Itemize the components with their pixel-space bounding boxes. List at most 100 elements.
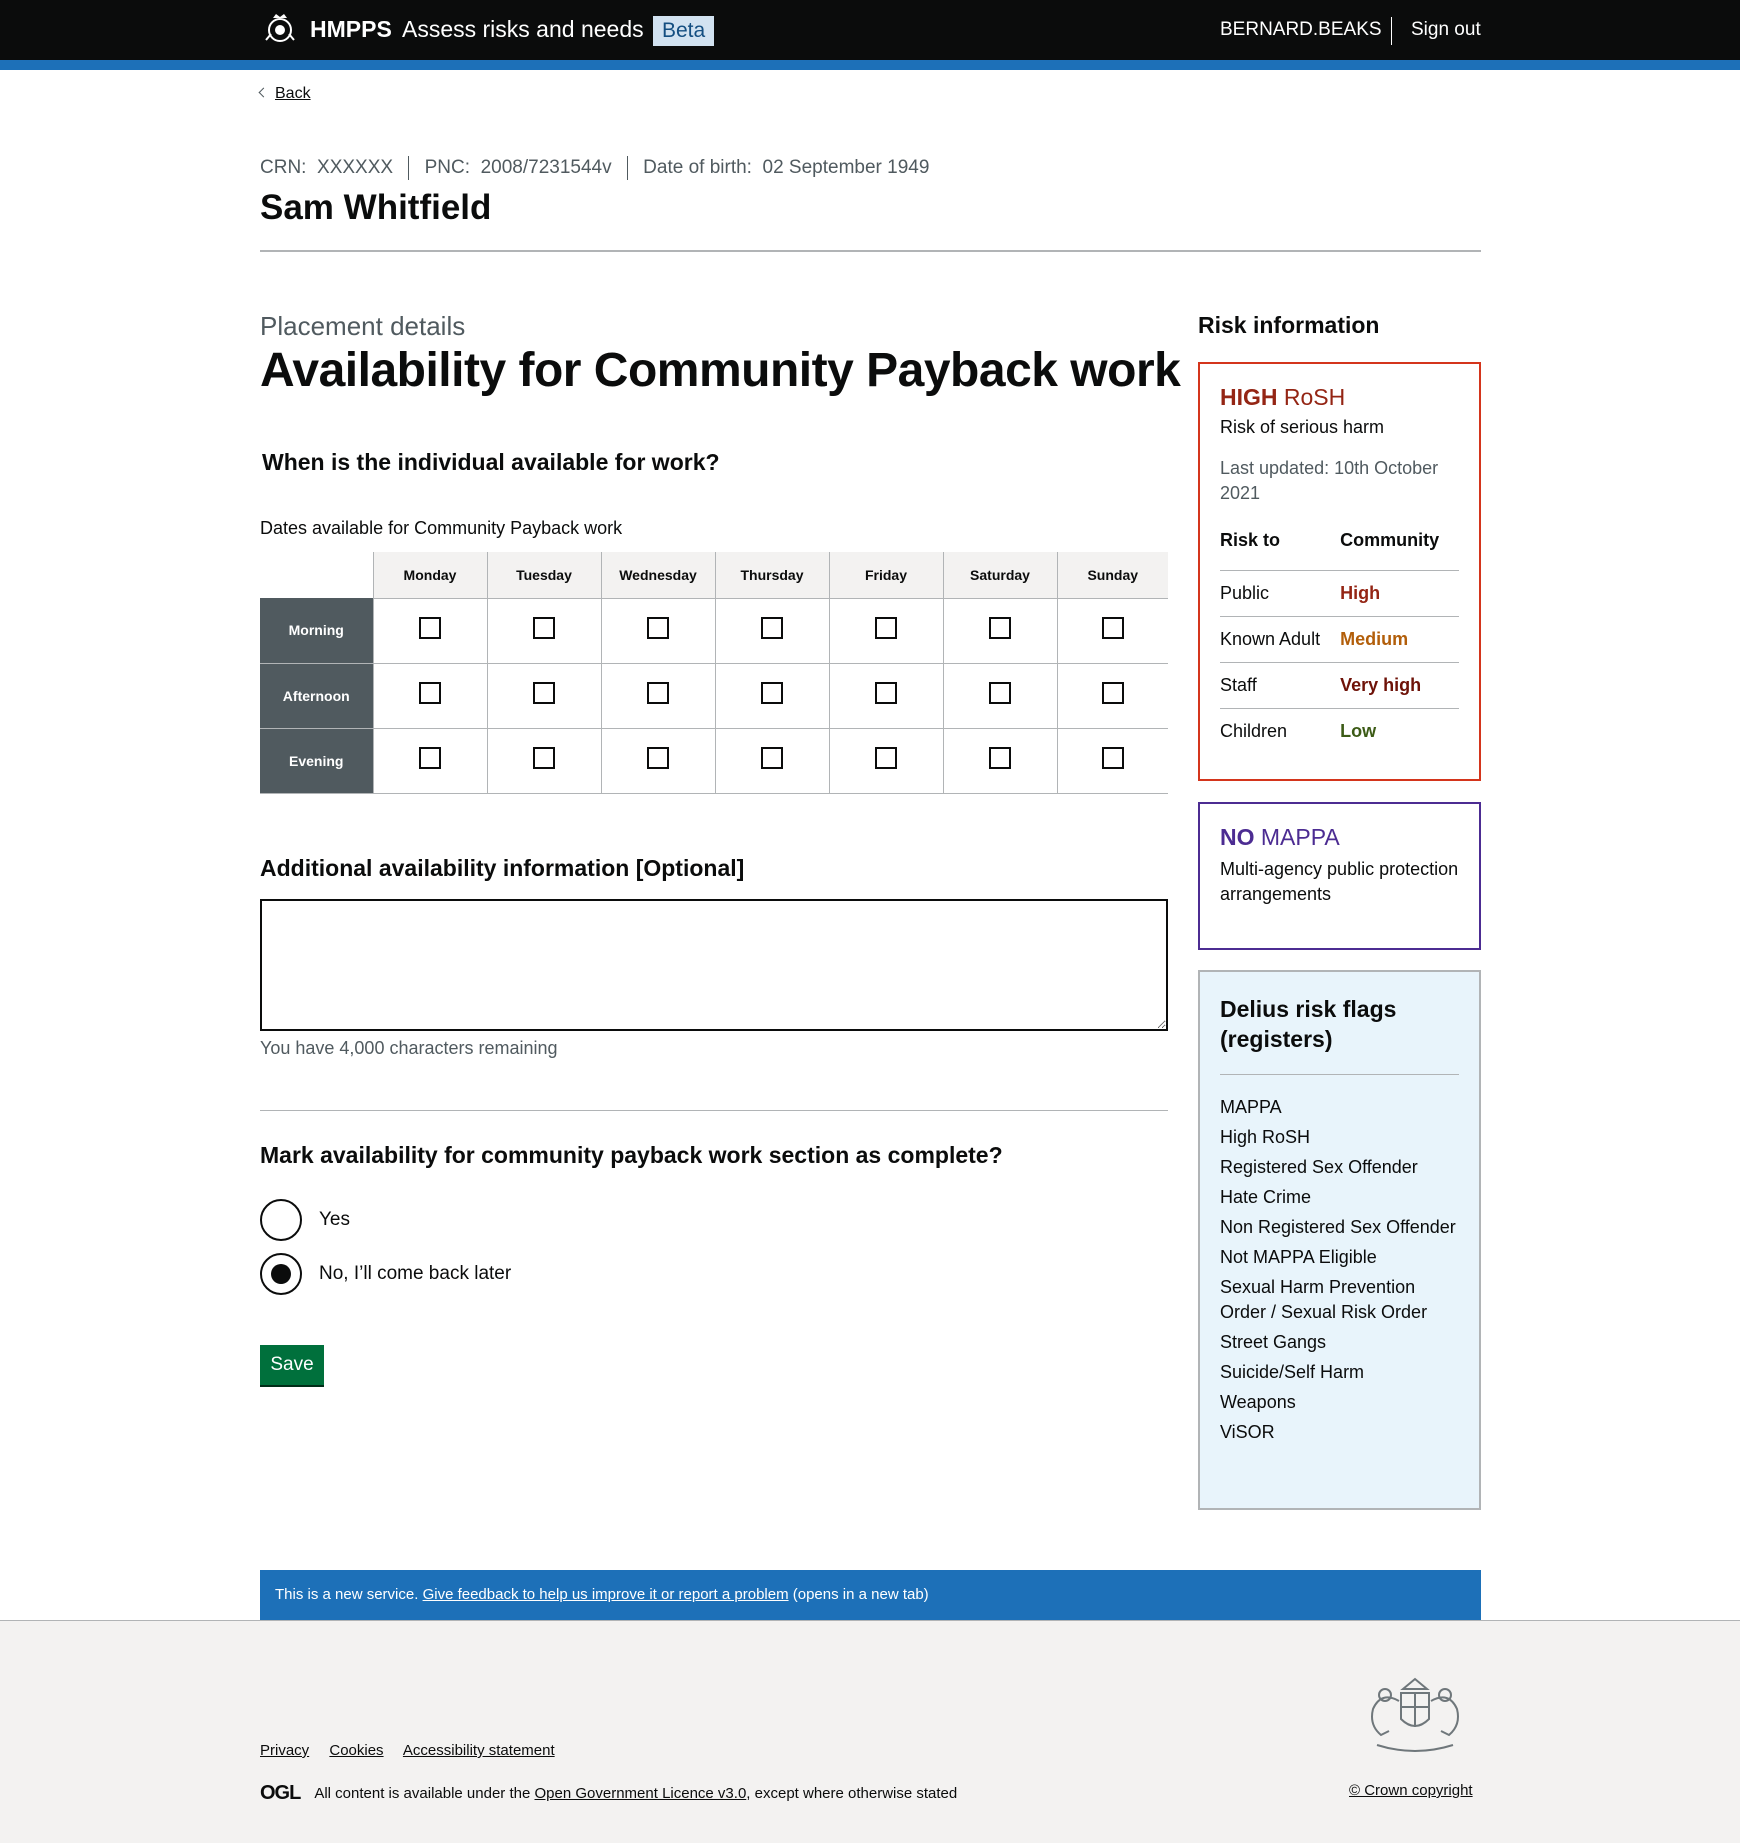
rosh-level: HIGH RoSH — [1220, 384, 1459, 411]
day-header-tuesday: Tuesday — [486, 552, 601, 599]
person-name: Sam Whitfield — [260, 188, 492, 227]
footer-links: Privacy Cookies Accessibility statement — [260, 1742, 571, 1759]
risk-row-label: Known Adult — [1220, 616, 1341, 663]
mappa-level-suffix: MAPPA — [1260, 824, 1340, 850]
availability-question: When is the individual available for wor… — [262, 449, 720, 475]
checkbox-thursday-afternoon[interactable] — [761, 682, 783, 704]
checkbox-saturday-afternoon[interactable] — [989, 682, 1011, 704]
checkbox-tuesday-morning[interactable] — [533, 617, 555, 639]
brand-name[interactable]: HMPPS — [310, 16, 392, 43]
table-cell — [714, 728, 829, 794]
back-link-label: Back — [275, 85, 311, 102]
save-button[interactable]: Save — [260, 1345, 324, 1385]
meta-separator — [626, 156, 628, 180]
feedback-suffix: (opens in a new tab) — [792, 1586, 929, 1603]
additional-info-textarea[interactable] — [260, 899, 1168, 1031]
period-header-morning: Morning — [260, 598, 373, 664]
risk-row-level: Medium — [1340, 616, 1459, 663]
list-item: Sexual Harm Prevention Order / Sexual Ri… — [1220, 1277, 1428, 1322]
licence-info: OGL All content is available under the O… — [260, 1782, 957, 1805]
chevron-left-icon — [258, 87, 269, 98]
rosh-level-suffix: RoSH — [1283, 384, 1346, 410]
table-cell — [828, 728, 943, 794]
table-cell — [942, 728, 1057, 794]
radio-yes[interactable]: Yes — [260, 1199, 350, 1241]
radio-circle-checked[interactable] — [260, 1253, 302, 1295]
rosh-card: HIGH RoSH Risk of serious harm Last upda… — [1198, 362, 1481, 781]
risk-flags-card: Delius risk flags (registers) MAPPA High… — [1198, 970, 1481, 1510]
checkbox-thursday-morning[interactable] — [761, 617, 783, 639]
period-header-afternoon: Afternoon — [260, 663, 373, 729]
table-cell — [828, 663, 943, 729]
list-item: Not MAPPA Eligible — [1220, 1247, 1377, 1267]
radio-no[interactable]: No, I’ll come back later — [260, 1253, 511, 1295]
risk-row-label: Children — [1220, 720, 1288, 741]
radio-circle[interactable] — [260, 1199, 302, 1241]
ogl-prefix: All content is available under the — [314, 1785, 531, 1802]
rosh-last-updated: Last updated: 10th October 2021 — [1220, 458, 1439, 503]
back-link[interactable]: Back — [258, 85, 311, 103]
list-item: MAPPA — [1220, 1097, 1282, 1117]
feedback-banner: This is a new service. Give feedback to … — [260, 1570, 1481, 1620]
feedback-prefix: This is a new service. — [275, 1586, 419, 1603]
checkbox-friday-evening[interactable] — [875, 747, 897, 769]
mappa-level-value: NO — [1220, 824, 1255, 850]
checkbox-wednesday-afternoon[interactable] — [647, 682, 669, 704]
risk-row-level: High — [1340, 570, 1459, 617]
radio-no-label[interactable]: No, I’ll come back later — [319, 1263, 511, 1285]
service-name[interactable]: Assess risks and needs — [402, 16, 644, 43]
footer-link-cookies[interactable]: Cookies — [329, 1742, 383, 1759]
username: BERNARD.BEAKS — [1220, 19, 1382, 40]
checkbox-wednesday-evening[interactable] — [647, 747, 669, 769]
checkbox-monday-evening[interactable] — [419, 747, 441, 769]
community-header: Community — [1340, 526, 1459, 571]
checkbox-sunday-afternoon[interactable] — [1101, 682, 1124, 704]
pnc-value: 2008/7231544v — [480, 157, 612, 179]
checkbox-friday-afternoon[interactable] — [875, 682, 897, 704]
page-title: Availability for Community Payback work — [260, 344, 1181, 397]
checkbox-tuesday-afternoon[interactable] — [533, 682, 555, 704]
day-header-monday: Monday — [372, 552, 487, 599]
checkbox-monday-afternoon[interactable] — [419, 682, 441, 704]
footer-link-accessibility[interactable]: Accessibility statement — [403, 1742, 555, 1759]
checkbox-friday-morning[interactable] — [875, 617, 897, 639]
person-meta: CRN: XXXXXX PNC: 2008/7231544v Date of b… — [260, 156, 929, 180]
risk-row: Known Adult Medium — [1220, 616, 1459, 663]
dob-value: 02 September 1949 — [762, 157, 930, 179]
checkbox-sunday-morning[interactable] — [1101, 617, 1124, 639]
table-cell — [714, 598, 829, 664]
ogl-link[interactable]: Open Government Licence v3.0 — [535, 1785, 747, 1802]
checkbox-thursday-evening[interactable] — [761, 747, 783, 769]
risk-table: Risk to Community Public High Known Adul… — [1220, 526, 1459, 754]
checkbox-wednesday-morning[interactable] — [647, 617, 669, 639]
period-header-evening: Evening — [260, 728, 373, 794]
day-header-saturday: Saturday — [942, 552, 1057, 599]
crown-copyright-link[interactable]: © Crown copyright — [1349, 1782, 1473, 1799]
table-cell — [714, 663, 829, 729]
checkbox-saturday-morning[interactable] — [989, 617, 1011, 639]
checkbox-saturday-evening[interactable] — [989, 747, 1011, 769]
feedback-link[interactable]: Give feedback to help us improve it or r… — [423, 1586, 789, 1603]
table-row-evening: Evening — [260, 728, 1168, 794]
table-cell — [486, 728, 601, 794]
dob-label: Date of birth: — [643, 157, 752, 179]
checkbox-sunday-evening[interactable] — [1101, 747, 1124, 769]
risk-row-level: Very high — [1340, 662, 1459, 709]
mappa-level: NO MAPPA — [1220, 824, 1459, 851]
list-item: ViSOR — [1220, 1422, 1275, 1442]
site-footer: Privacy Cookies Accessibility statement … — [0, 1620, 1740, 1843]
availability-table-caption: Dates available for Community Payback wo… — [260, 518, 623, 538]
list-item: Suicide/Self Harm — [1220, 1362, 1365, 1382]
pnc-label: PNC: — [424, 157, 471, 179]
sign-out-link[interactable]: Sign out — [1411, 19, 1481, 41]
rosh-level-value: HIGH — [1220, 384, 1278, 410]
meta-separator — [408, 156, 410, 180]
table-row-morning: Morning — [260, 598, 1168, 664]
ogl-logo-icon: OGL — [260, 1782, 301, 1804]
footer-link-privacy[interactable]: Privacy — [260, 1742, 309, 1759]
checkbox-tuesday-evening[interactable] — [533, 747, 555, 769]
table-cell — [372, 598, 487, 664]
radio-yes-label[interactable]: Yes — [319, 1209, 350, 1231]
checkbox-monday-morning[interactable] — [419, 617, 441, 639]
rosh-subtitle: Risk of serious harm — [1220, 417, 1385, 437]
